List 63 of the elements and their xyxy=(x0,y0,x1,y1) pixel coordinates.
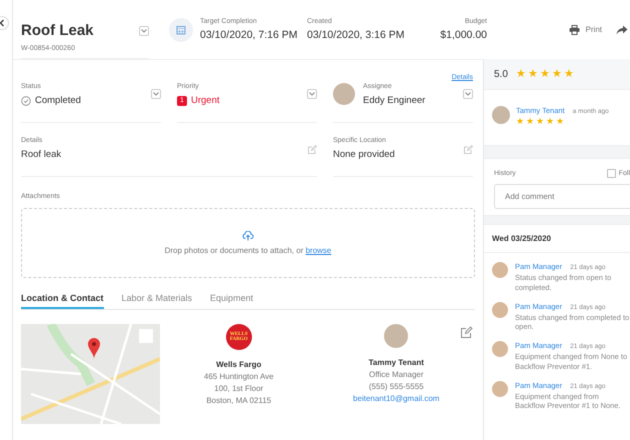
avatar xyxy=(492,302,508,318)
tab[interactable]: Location & Contact xyxy=(21,293,104,309)
contact-name: Tammy Tenant xyxy=(368,358,424,367)
meta-value: 03/10/2020, 7:16 PM xyxy=(200,29,298,41)
tab[interactable]: Labor & Materials xyxy=(122,293,192,309)
email-link[interactable]: beitenant10@gmail.com xyxy=(353,394,440,403)
field-value: Eddy Engineer xyxy=(363,95,426,106)
edit-icon[interactable] xyxy=(464,145,473,154)
chevron-down-icon xyxy=(465,92,471,96)
field-value: None provided xyxy=(333,149,395,160)
dropdown-button[interactable] xyxy=(139,26,149,36)
avatar xyxy=(492,106,510,124)
star-icon: ★ xyxy=(516,117,524,126)
rating-score: 5.0 xyxy=(494,68,508,80)
star-icon: ★ xyxy=(564,68,574,80)
browse-link[interactable]: browse xyxy=(306,246,332,255)
address-line: Boston, MA 02115 xyxy=(206,396,272,405)
date-heading: Wed 03/25/2020 xyxy=(484,225,630,253)
star-icon: ★ xyxy=(528,68,538,80)
address-line: 465 Huntington Ave xyxy=(204,372,274,381)
comment-field[interactable]: Add comment xyxy=(494,184,630,209)
meta-value: $1,000.00 xyxy=(440,29,487,41)
chevron-down-icon xyxy=(141,28,147,32)
star-icon: ★ xyxy=(556,117,564,126)
check-circle-icon xyxy=(21,96,31,106)
dropdown-button[interactable] xyxy=(151,89,161,99)
star-icon: ★ xyxy=(546,117,554,126)
star-icon: ★ xyxy=(536,117,544,126)
avatar xyxy=(384,324,408,348)
share-button[interactable] xyxy=(616,24,628,34)
dropdown-button[interactable] xyxy=(307,89,317,99)
address-line: 100, 1st Floor xyxy=(214,384,264,393)
tab[interactable]: Equipment xyxy=(210,293,254,309)
chevron-down-icon xyxy=(309,92,315,96)
chevron-left-icon xyxy=(0,19,6,27)
edit-icon[interactable] xyxy=(461,326,473,338)
printer-icon xyxy=(568,24,580,34)
follow-checkbox[interactable] xyxy=(606,169,616,178)
field-value: Completed xyxy=(35,95,81,106)
share-arrow-icon xyxy=(616,24,628,34)
print-button[interactable]: Print xyxy=(568,24,602,34)
avatar xyxy=(492,262,508,278)
location-name: Wells Fargo xyxy=(216,360,262,369)
meta-value: 03/10/2020, 3:16 PM xyxy=(307,29,406,41)
dropdown-button[interactable] xyxy=(463,89,473,99)
star-icon: ★ xyxy=(516,68,526,80)
avatar xyxy=(492,380,508,396)
chevron-down-icon xyxy=(153,92,159,96)
field-value: Roof leak xyxy=(21,149,62,160)
avatar xyxy=(492,341,508,357)
drop-instructions: Drop photos or documents to attach, or browse xyxy=(164,246,332,255)
drop-zone[interactable]: Drop photos or documents to attach, or browse xyxy=(21,208,475,278)
edit-icon[interactable] xyxy=(308,145,317,154)
star-icon: ★ xyxy=(526,117,534,126)
work-order-title: Roof Leak xyxy=(21,22,94,39)
cloud-upload-icon xyxy=(242,231,254,241)
star-icon: ★ xyxy=(552,68,562,80)
contact-detail: (555) 555-5555 xyxy=(368,382,424,391)
contact-detail: Office Manager xyxy=(368,370,424,379)
calendar-icon xyxy=(169,18,193,42)
star-icon: ★ xyxy=(540,68,550,80)
avatar xyxy=(333,83,355,105)
field-value: Urgent xyxy=(191,95,220,106)
